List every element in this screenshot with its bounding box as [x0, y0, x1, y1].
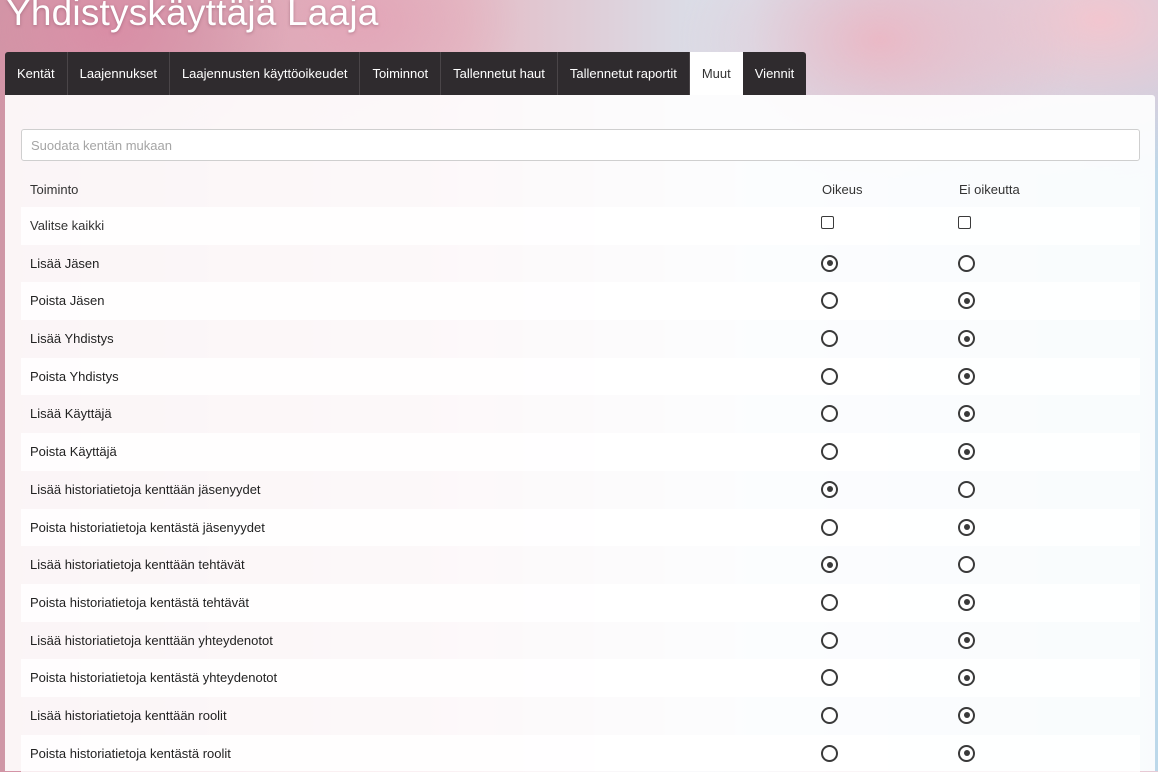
table-row: Lisää Käyttäjä — [21, 395, 1140, 433]
allowed-radio[interactable] — [821, 556, 838, 574]
row-label: Lisää historiatietoja kenttään jäsenyyde… — [30, 481, 261, 497]
row-label: Lisää historiatietoja kenttään roolit — [30, 707, 227, 723]
denied-radio[interactable] — [958, 443, 975, 461]
select-all-label: Valitse kaikki — [30, 218, 105, 233]
row-label: Lisää historiatietoja kenttään yhteydeno… — [30, 632, 273, 648]
page-title: Yhdistyskäyttäjä Laaja — [6, 0, 379, 33]
allowed-radio[interactable] — [821, 254, 838, 272]
allowed-radio[interactable] — [821, 744, 838, 762]
table-row: Lisää historiatietoja kenttään tehtävät — [21, 546, 1140, 584]
allowed-radio[interactable] — [821, 631, 838, 649]
row-label: Poista historiatietoja kentästä tehtävät — [30, 594, 249, 610]
denied-radio[interactable] — [958, 367, 975, 385]
denied-radio[interactable] — [958, 330, 975, 348]
allowed-radio[interactable] — [821, 330, 838, 348]
select-all-row: Valitse kaikki — [21, 207, 1140, 245]
row-label: Lisää Yhdistys — [30, 331, 114, 347]
denied-radio[interactable] — [958, 518, 975, 536]
row-label: Lisää historiatietoja kenttään tehtävät — [30, 557, 245, 573]
denied-radio[interactable] — [958, 744, 975, 762]
tab-muut[interactable]: Muut — [689, 52, 743, 95]
allowed-radio[interactable] — [821, 669, 838, 687]
allowed-radio[interactable] — [821, 367, 838, 385]
row-label: Poista historiatietoja kentästä roolit — [30, 745, 231, 761]
denied-radio[interactable] — [958, 593, 975, 611]
table-row: Lisää Jäsen — [21, 245, 1140, 283]
filter-input[interactable] — [21, 129, 1140, 161]
row-label: Poista Yhdistys — [30, 368, 119, 384]
tab-kentät[interactable]: Kentät — [5, 52, 68, 95]
denied-radio[interactable] — [958, 254, 975, 272]
tab-viennit[interactable]: Viennit — [743, 52, 807, 95]
tab-laajennukset[interactable]: Laajennukset — [68, 52, 170, 95]
table-row: Poista historiatietoja kentästä jäsenyyd… — [21, 508, 1140, 547]
table-row: Lisää Yhdistys — [21, 320, 1140, 358]
table-row: Poista Käyttäjä — [21, 433, 1140, 471]
tab-laajennusten-käyttöoikeudet[interactable]: Laajennusten käyttöoikeudet — [170, 52, 361, 95]
table-row: Poista historiatietoja kentästä roolit — [21, 734, 1140, 772]
allowed-radio[interactable] — [821, 480, 838, 498]
table-row: Poista historiatietoja kentästä yhteyden… — [21, 659, 1140, 697]
denied-radio[interactable] — [958, 631, 975, 649]
column-header-denied: Ei oikeutta — [959, 182, 1020, 197]
table-row: Poista Jäsen — [21, 282, 1140, 321]
table-row: Lisää historiatietoja kenttään yhteydeno… — [21, 622, 1140, 660]
denied-radio[interactable] — [958, 405, 975, 423]
permissions-table: Valitse kaikki Lisää Jäsen Poista Jäsen Li… — [21, 207, 1140, 772]
table-row: Poista historiatietoja kentästä tehtävät — [21, 583, 1140, 622]
allowed-radio[interactable] — [821, 292, 838, 310]
permissions-panel: Toiminto Oikeus Ei oikeutta Valitse kaik… — [5, 95, 1155, 772]
allowed-radio[interactable] — [821, 443, 838, 461]
select-all-allowed-checkbox[interactable] — [821, 216, 834, 229]
allowed-radio[interactable] — [821, 593, 838, 611]
row-label: Lisää Käyttäjä — [30, 406, 112, 422]
tab-toiminnot[interactable]: Toiminnot — [360, 52, 442, 95]
allowed-radio[interactable] — [821, 405, 838, 423]
row-label: Poista Käyttäjä — [30, 444, 117, 460]
tab-bar: Kentät Laajennukset Laajennusten käyttöoik… — [5, 52, 807, 95]
denied-radio[interactable] — [958, 669, 975, 687]
allowed-radio[interactable] — [821, 518, 838, 536]
allowed-radio[interactable] — [821, 706, 838, 724]
row-label: Poista historiatietoja kentästä yhteyden… — [30, 670, 278, 686]
row-label: Poista Jäsen — [30, 293, 105, 309]
table-row: Lisää historiatietoja kenttään roolit — [21, 697, 1140, 735]
table-header: Toiminto Oikeus Ei oikeutta — [21, 171, 1140, 207]
row-label: Poista historiatietoja kentästä jäsenyyd… — [30, 519, 265, 535]
tab-tallennetut-haut[interactable]: Tallennetut haut — [441, 52, 558, 95]
tab-tallennetut-raportit[interactable]: Tallennetut raportit — [558, 52, 690, 95]
row-label: Lisää Jäsen — [30, 255, 100, 271]
column-header-action: Toiminto — [30, 182, 79, 197]
denied-radio[interactable] — [958, 292, 975, 310]
table-row: Poista Yhdistys — [21, 357, 1140, 396]
denied-radio[interactable] — [958, 480, 975, 498]
table-row: Lisää historiatietoja kenttään jäsenyyde… — [21, 471, 1140, 509]
denied-radio[interactable] — [958, 706, 975, 724]
select-all-denied-checkbox[interactable] — [958, 216, 971, 229]
column-header-allowed: Oikeus — [822, 182, 863, 197]
denied-radio[interactable] — [958, 556, 975, 574]
